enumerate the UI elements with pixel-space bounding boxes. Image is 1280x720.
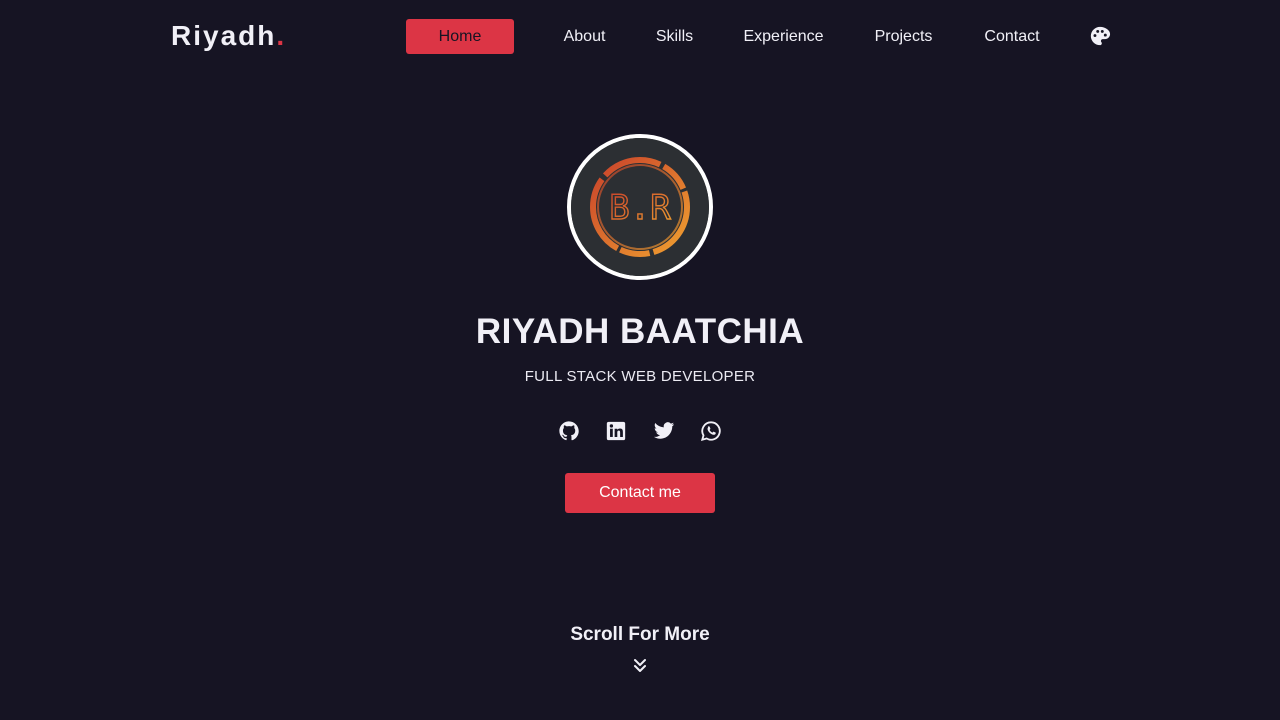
nav-item-experience[interactable]: Experience: [736, 19, 831, 54]
brand-logo[interactable]: Riyadh.: [171, 18, 286, 54]
avatar-initials: B.R: [609, 188, 671, 228]
navbar: Riyadh. Home About Skills Experience Pro…: [0, 0, 1280, 72]
nav-item-skills[interactable]: Skills: [649, 19, 700, 54]
hero-role: FULL STACK WEB DEVELOPER: [524, 368, 756, 385]
scroll-for-more-label: Scroll For More: [570, 624, 710, 645]
nav-item-contact[interactable]: Contact: [976, 19, 1048, 54]
whatsapp-icon[interactable]: [700, 420, 722, 442]
double-chevron-down-icon[interactable]: [633, 658, 647, 674]
brand-dot: .: [276, 20, 287, 51]
brand-name: Riyadh: [171, 20, 277, 51]
nav-item-home[interactable]: Home: [406, 19, 514, 54]
twitter-icon[interactable]: [653, 420, 675, 442]
nav-item-about[interactable]: About: [556, 19, 613, 54]
contact-me-button[interactable]: Contact me: [565, 473, 715, 513]
nav-item-projects[interactable]: Projects: [866, 19, 941, 54]
github-icon[interactable]: [558, 420, 580, 442]
palette-icon[interactable]: [1089, 25, 1111, 47]
hero-name: RIYADH BAATCHIA: [475, 312, 805, 351]
social-links: [0, 420, 1280, 444]
linkedin-icon[interactable]: [605, 420, 627, 442]
avatar: B.R: [567, 134, 713, 280]
